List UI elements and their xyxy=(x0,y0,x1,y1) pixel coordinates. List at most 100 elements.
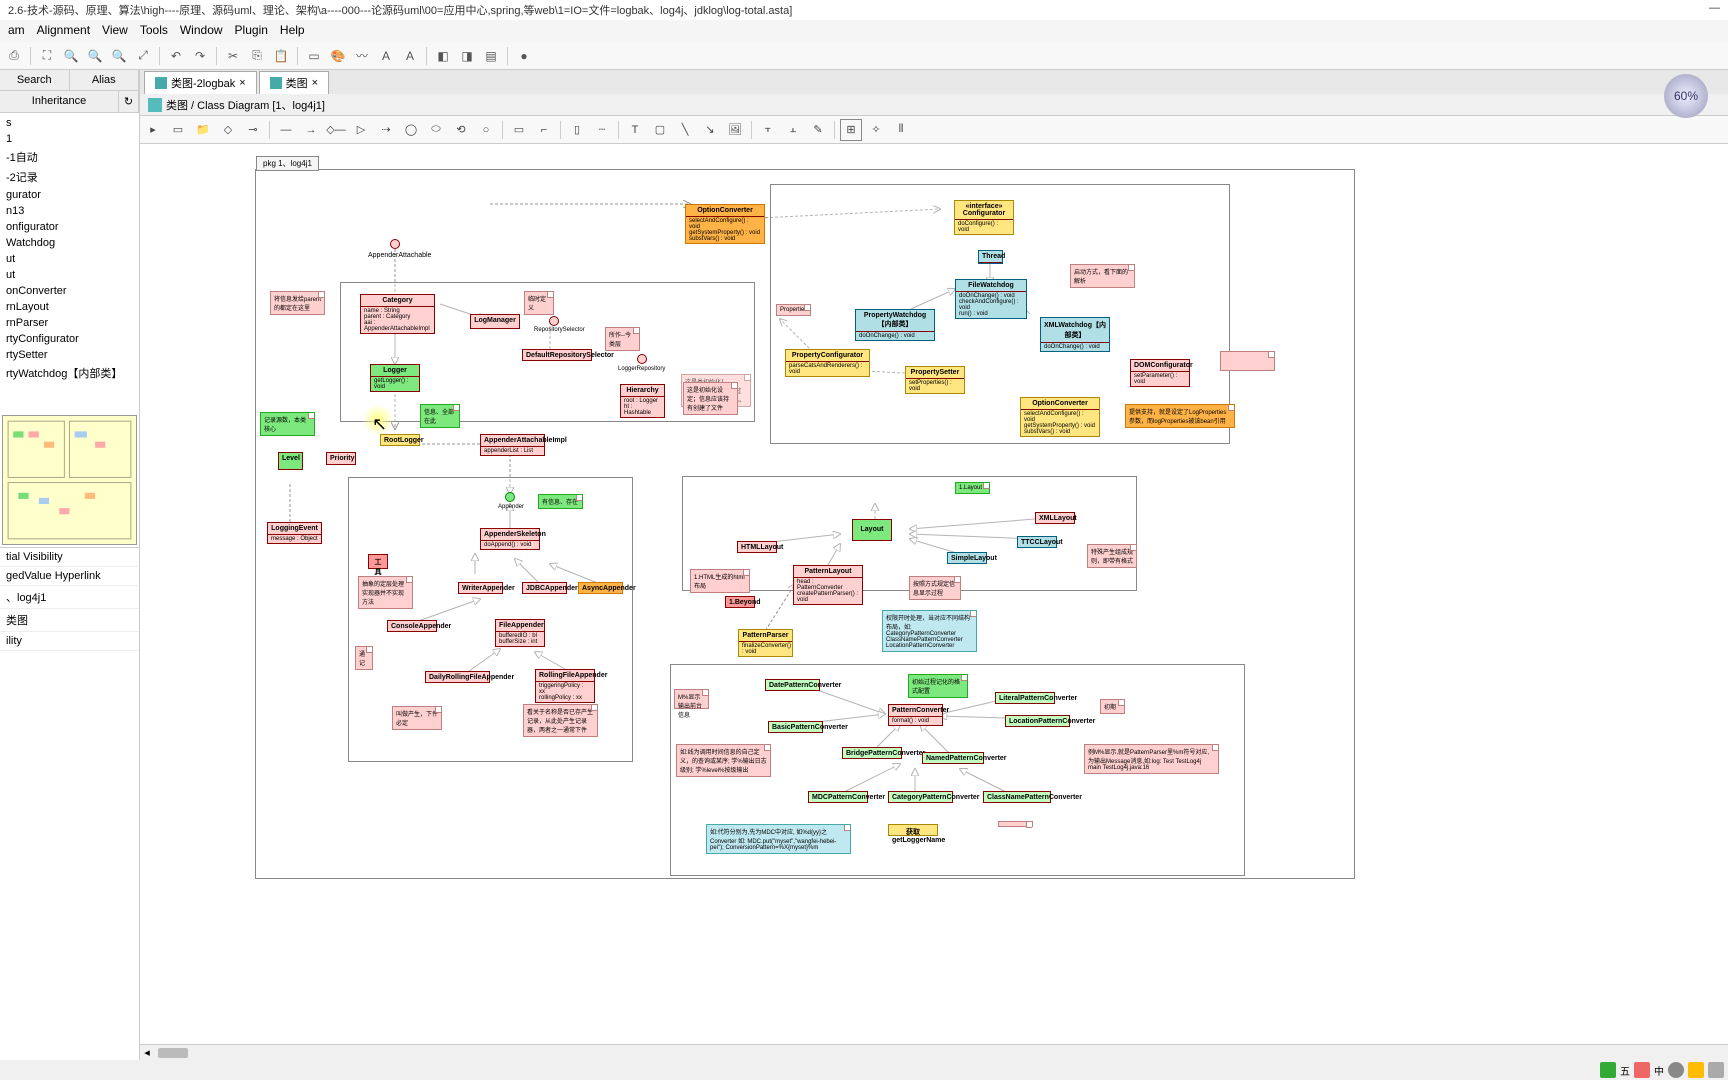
tool-icon[interactable]: ▯ xyxy=(566,119,588,141)
tree-item[interactable]: gurator xyxy=(2,187,137,203)
close-icon[interactable]: × xyxy=(239,77,245,89)
class-RollingFileAppender[interactable]: RollingFileAppender triggeringPolicy : x… xyxy=(535,669,595,703)
zoom-fit-icon[interactable]: ⛶ xyxy=(37,46,57,66)
zoom-out-icon[interactable]: 🔍 xyxy=(61,46,81,66)
line-icon[interactable]: 〰 xyxy=(352,46,372,66)
diagram-canvas[interactable]: pkg 1、log4j1 OptionConverter selectAndCo… xyxy=(140,144,1540,1044)
tool-icon[interactable]: ⫟ xyxy=(757,119,779,141)
cut-icon[interactable]: ✂ xyxy=(223,46,243,66)
tool-icon[interactable]: ▤ xyxy=(481,46,501,66)
tree-item[interactable]: n13 xyxy=(2,203,137,219)
note[interactable]: 提供支持，就是设定了LogProperties参数，而logProperties… xyxy=(1125,404,1235,428)
prop-row[interactable]: gedValue Hyperlink xyxy=(0,567,139,586)
tree-item[interactable]: rnParser xyxy=(2,315,137,331)
note[interactable]: 按照方式规定信息显示过程 xyxy=(909,576,961,600)
canvas-scroll[interactable]: pkg 1、log4j1 OptionConverter selectAndCo… xyxy=(140,144,1728,1044)
class-FileWatchdog[interactable]: FileWatchdog doOnChange() : voidcheckAnd… xyxy=(955,279,1027,319)
tray-icon[interactable] xyxy=(1668,1062,1684,1078)
class-Priority[interactable]: Priority xyxy=(326,452,356,465)
scroll-left-icon[interactable]: ◂ xyxy=(140,1046,154,1059)
tree-item[interactable]: rtySetter xyxy=(2,347,137,363)
class-AppenderAttachableImpl[interactable]: AppenderAttachableImpl appenderList : Li… xyxy=(480,434,545,456)
expand-icon[interactable]: ⤢ xyxy=(133,46,153,66)
tree-item[interactable]: -2记录 xyxy=(2,167,137,187)
note[interactable]: 权限开时处理，当对应不同结构布局，如: CategoryPatternConve… xyxy=(882,610,977,652)
class-HTMLLayout[interactable]: HTMLLayout xyxy=(737,541,777,553)
class-XMLLayout[interactable]: XMLLayout xyxy=(1035,512,1075,524)
tool-icon[interactable]: ◇ xyxy=(217,119,239,141)
class-LogManager[interactable]: LogManager xyxy=(470,314,520,329)
class-DailyRollingFileAppender[interactable]: DailyRollingFileAppender xyxy=(425,671,490,683)
zoom-in-icon[interactable]: 🔍 xyxy=(109,46,129,66)
class-ClassNamePatternConverter[interactable]: ClassNamePatternConverter xyxy=(983,791,1051,803)
note[interactable]: 如:线为调用时间信息的自己定义，的查询或某序; 学%输出日志级别; 学%leve… xyxy=(676,744,771,777)
tool-icon[interactable]: ○ xyxy=(475,119,497,141)
tool-icon[interactable]: ⫴ xyxy=(890,119,912,141)
fill-icon[interactable]: 🎨 xyxy=(328,46,348,66)
tool-icon[interactable]: ↘ xyxy=(699,119,721,141)
interface-lollipop[interactable] xyxy=(505,492,515,502)
interface-lollipop[interactable] xyxy=(637,354,647,364)
anchor-icon[interactable]: ⌐ xyxy=(533,119,555,141)
class-marker[interactable]: 1.Beyond xyxy=(725,596,755,608)
zoom-reset-icon[interactable]: 🔍 xyxy=(85,46,105,66)
menu-item[interactable]: Plugin xyxy=(235,23,268,39)
class-OptionConverter[interactable]: OptionConverter selectAndConfigure() : v… xyxy=(685,204,765,244)
note[interactable]: 通记 xyxy=(355,646,373,670)
project-tree[interactable]: s 1 -1自动 -2记录 gurator n13 onfigurator Wa… xyxy=(0,113,139,413)
class-PatternConverter[interactable]: PatternConverter format() : void xyxy=(888,704,943,726)
prop-row[interactable]: tial Visibility xyxy=(0,548,139,567)
note[interactable]: 记录源数，本类核心 xyxy=(260,412,315,436)
frame[interactable] xyxy=(682,476,1137,591)
font-color-icon[interactable]: A xyxy=(400,46,420,66)
style-icon[interactable]: ▭ xyxy=(304,46,324,66)
tree-item[interactable]: rtyWatchdog【内部类】 xyxy=(2,363,137,383)
note[interactable]: 叫做产生，下件必定 xyxy=(392,706,442,730)
editor-tab[interactable]: 类图× xyxy=(259,71,329,94)
tree-item[interactable]: ut xyxy=(2,251,137,267)
assoc-icon[interactable]: — xyxy=(275,119,297,141)
class-PatternParser[interactable]: PatternParser finalizeConverter() : void xyxy=(738,629,793,657)
class-DefaultRepositorySelector[interactable]: DefaultRepositorySelector xyxy=(522,349,592,361)
note-icon[interactable]: ▭ xyxy=(508,119,530,141)
menu-item[interactable]: am xyxy=(8,23,25,39)
font-icon[interactable]: A xyxy=(376,46,396,66)
dep-icon[interactable]: ⇢ xyxy=(375,119,397,141)
note[interactable]: 这是初始化设定；信息应该持有创建了文件 xyxy=(683,382,738,415)
tray-icon[interactable] xyxy=(1634,1062,1650,1078)
tree-item[interactable]: onfigurator xyxy=(2,219,137,235)
tool-icon[interactable]: ⟲ xyxy=(450,119,472,141)
note[interactable]: 初始过程记化的格式配置 xyxy=(908,674,968,698)
class-Configurator[interactable]: «interface» Configurator doConfigure() :… xyxy=(954,200,1014,235)
note[interactable]: Properties xyxy=(776,304,811,316)
class-JDBCAppender[interactable]: JDBCAppender xyxy=(522,582,567,594)
tool-icon[interactable]: ◧ xyxy=(433,46,453,66)
note[interactable]: 有信息、存在 xyxy=(538,494,583,509)
class-Layout[interactable]: Layout xyxy=(852,519,892,541)
tree-item[interactable]: s xyxy=(2,115,137,131)
menu-item[interactable]: View xyxy=(102,23,128,39)
tree-item[interactable]: rtyConfigurator xyxy=(2,331,137,347)
tool-icon[interactable]: ✎ xyxy=(807,119,829,141)
label-getLoggerName[interactable]: 获取getLoggerName xyxy=(888,824,938,836)
tree-item[interactable]: onConverter xyxy=(2,283,137,299)
gen-icon[interactable]: ▷ xyxy=(350,119,372,141)
ime-icon[interactable] xyxy=(1600,1062,1616,1078)
menu-item[interactable]: Tools xyxy=(140,23,168,39)
class-LiteralPatternConverter[interactable]: LiteralPatternConverter xyxy=(995,692,1055,704)
line-icon[interactable]: ╲ xyxy=(674,119,696,141)
real-icon[interactable]: ◯ xyxy=(400,119,422,141)
class-BasicPatternConverter[interactable]: BasicPatternConverter xyxy=(768,721,823,733)
scroll-thumb[interactable] xyxy=(158,1048,188,1058)
class-MDCPatternConverter[interactable]: MDCPatternConverter xyxy=(808,791,868,803)
class-Hierarchy[interactable]: Hierarchy root : Loggerht : Hashtable xyxy=(620,384,665,418)
class-Category[interactable]: Category name : Stringparent : Categorya… xyxy=(360,294,435,334)
note[interactable]: 1.HTML生成的html布局 xyxy=(690,569,750,593)
interface-lollipop[interactable] xyxy=(390,239,400,249)
tool-icon[interactable]: ✧ xyxy=(865,119,887,141)
refresh-icon[interactable]: ↻ xyxy=(119,91,139,112)
class-RootLogger[interactable]: RootLogger xyxy=(380,434,420,446)
note[interactable]: 看关于名称是否已存产生记录，从此处产生记录器，两者之一通常下件 xyxy=(523,704,598,737)
text-icon[interactable]: T xyxy=(624,119,646,141)
rect-icon[interactable]: ▢ xyxy=(649,119,671,141)
